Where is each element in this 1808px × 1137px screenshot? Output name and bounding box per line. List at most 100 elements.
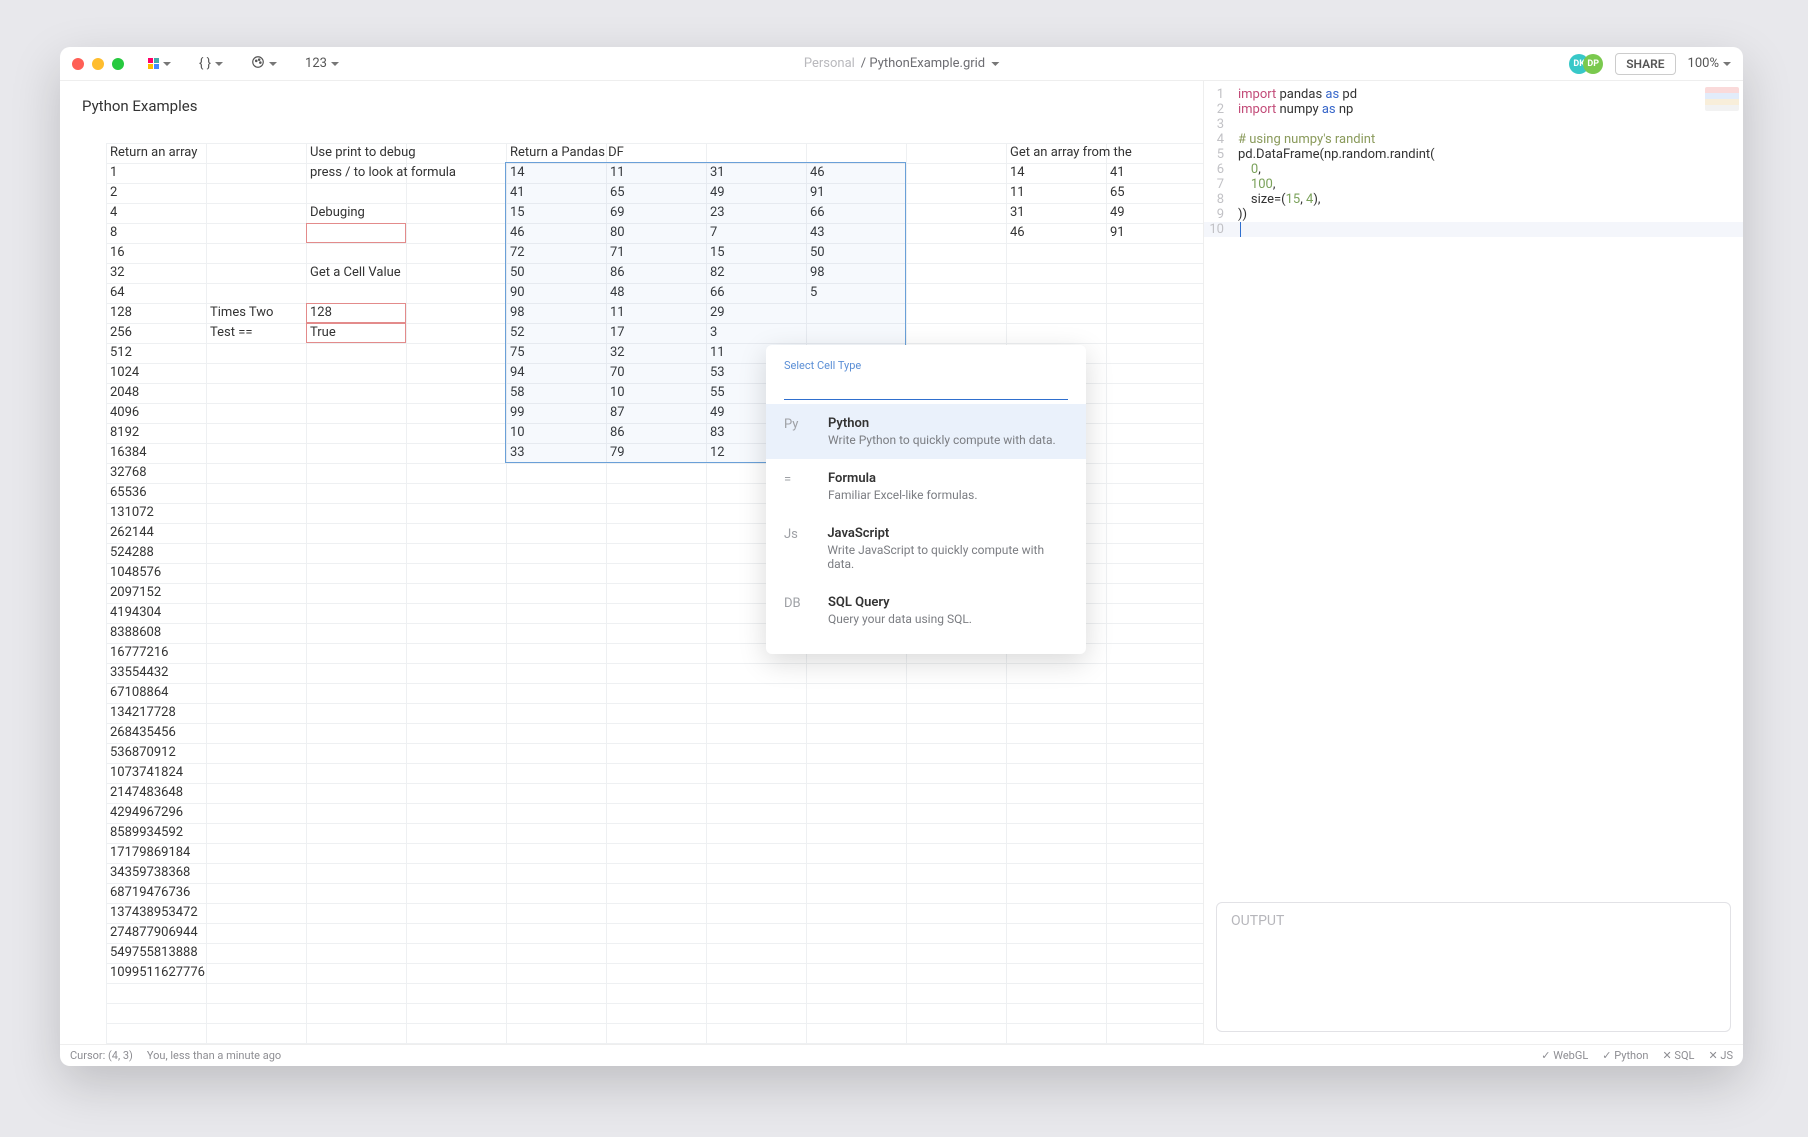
minimize-icon[interactable] <box>92 58 104 70</box>
line-number: 6 <box>1204 162 1238 177</box>
cell[interactable]: 536870912 <box>106 743 206 763</box>
cell[interactable]: 67108864 <box>106 683 206 703</box>
code-line[interactable]: 10 <box>1204 222 1743 237</box>
cell[interactable]: 68719476736 <box>106 883 206 903</box>
formula-cell-marker <box>306 223 406 243</box>
last-saved: You, less than a minute ago <box>147 1049 281 1062</box>
code-line[interactable]: 9)) <box>1204 207 1743 222</box>
output-panel: OUTPUT <box>1216 902 1731 1032</box>
cell-type-option[interactable]: DBSQL QueryQuery your data using SQL. <box>766 583 1086 638</box>
cell[interactable]: 256 <box>106 323 206 343</box>
cell[interactable]: 1099511627776 <box>106 963 206 983</box>
cell[interactable]: 8388608 <box>106 623 206 643</box>
share-button[interactable]: SHARE <box>1615 53 1675 75</box>
zoom-icon[interactable] <box>112 58 124 70</box>
cell[interactable]: 512 <box>106 343 206 363</box>
cell-label[interactable]: press / to look at formula <box>306 163 506 183</box>
cell[interactable]: 32 <box>106 263 206 283</box>
cell-label[interactable]: Use print to debug <box>306 143 486 163</box>
cell[interactable]: 137438953472 <box>106 903 206 923</box>
spreadsheet-grid[interactable]: Python Examples Return an arrayUse print… <box>60 81 1203 1044</box>
cell[interactable]: True <box>306 323 406 343</box>
line-number: 9 <box>1204 207 1238 222</box>
presence-avatars[interactable]: DKDP <box>1569 54 1603 74</box>
cell[interactable]: 41 <box>1106 163 1203 183</box>
cell-label[interactable]: Return an array <box>106 143 286 163</box>
cell[interactable]: 268435456 <box>106 723 206 743</box>
cell-label[interactable]: Return a Pandas DF <box>506 143 686 163</box>
cell[interactable]: 131072 <box>106 503 206 523</box>
cell-label[interactable]: Get a Cell Value <box>306 263 486 283</box>
cell[interactable]: 16384 <box>106 443 206 463</box>
option-sig-icon: DB <box>784 595 812 626</box>
cell[interactable]: 31 <box>1006 203 1106 223</box>
chevron-down-icon <box>331 62 339 70</box>
code-line[interactable]: 2import numpy as np <box>1204 102 1743 117</box>
chevron-down-icon <box>269 62 277 70</box>
cell[interactable]: 14 <box>1006 163 1106 183</box>
cell-label[interactable]: Get an array from the <box>1006 143 1203 163</box>
cell[interactable]: 8192 <box>106 423 206 443</box>
code-editor[interactable]: 1import pandas as pd2import numpy as np3… <box>1204 81 1743 902</box>
cell[interactable]: 1048576 <box>106 563 206 583</box>
line-number: 3 <box>1204 117 1238 132</box>
cell-type-option[interactable]: =FormulaFamiliar Excel-like formulas. <box>766 459 1086 514</box>
number-format-button[interactable]: 123 <box>299 54 345 73</box>
cell[interactable]: 33554432 <box>106 663 206 683</box>
cell[interactable]: 4 <box>106 203 206 223</box>
cell[interactable]: 274877906944 <box>106 923 206 943</box>
cell[interactable]: 32768 <box>106 463 206 483</box>
option-desc: Write JavaScript to quickly compute with… <box>827 543 1068 571</box>
cell[interactable]: 549755813888 <box>106 943 206 963</box>
cell-type-option[interactable]: PyPythonWrite Python to quickly compute … <box>766 404 1086 459</box>
cell[interactable]: 46 <box>1006 223 1106 243</box>
cell[interactable]: 262144 <box>106 523 206 543</box>
cell[interactable]: 2097152 <box>106 583 206 603</box>
app-menu-button[interactable] <box>142 56 177 71</box>
cell[interactable]: 2048 <box>106 383 206 403</box>
cell[interactable]: 4096 <box>106 403 206 423</box>
code-line[interactable]: 1import pandas as pd <box>1204 87 1743 102</box>
cell[interactable]: 16 <box>106 243 206 263</box>
cell[interactable]: 524288 <box>106 543 206 563</box>
code-line[interactable]: 6 0, <box>1204 162 1743 177</box>
cell[interactable]: 4294967296 <box>106 803 206 823</box>
code-line[interactable]: 4# using numpy's randint <box>1204 132 1743 147</box>
workspace-name: Personal <box>804 56 855 71</box>
code-line[interactable]: 5pd.DataFrame(np.random.randint( <box>1204 147 1743 162</box>
file-name: PythonExample.grid <box>869 56 985 71</box>
cell[interactable]: 1024 <box>106 363 206 383</box>
cell[interactable]: 128 <box>106 303 206 323</box>
close-icon[interactable] <box>72 58 84 70</box>
cell[interactable]: 65536 <box>106 483 206 503</box>
cell[interactable]: 65 <box>1106 183 1203 203</box>
code-line[interactable]: 3 <box>1204 117 1743 132</box>
cell[interactable]: 64 <box>106 283 206 303</box>
code-line[interactable]: 7 100, <box>1204 177 1743 192</box>
cell[interactable]: 134217728 <box>106 703 206 723</box>
cell[interactable]: 2 <box>106 183 206 203</box>
cell[interactable]: 2147483648 <box>106 783 206 803</box>
avatar[interactable]: DP <box>1583 54 1603 74</box>
code-line[interactable]: 8 size=(15, 4), <box>1204 192 1743 207</box>
zoom-control[interactable]: 100% <box>1688 56 1731 71</box>
cell[interactable]: 128 <box>306 303 406 323</box>
cell[interactable]: 4194304 <box>106 603 206 623</box>
breadcrumb[interactable]: Personal / PythonExample.grid <box>804 56 999 71</box>
color-button[interactable] <box>245 53 283 75</box>
cell-type-search-input[interactable] <box>784 378 1068 400</box>
cell[interactable]: 1 <box>106 163 206 183</box>
cell-label[interactable]: Debuging <box>306 203 486 223</box>
cell[interactable]: 17179869184 <box>106 843 206 863</box>
cell[interactable]: 16777216 <box>106 643 206 663</box>
cell[interactable]: 1073741824 <box>106 763 206 783</box>
cell[interactable]: 8589934592 <box>106 823 206 843</box>
cell[interactable]: 34359738368 <box>106 863 206 883</box>
code-format-button[interactable]: { } <box>193 54 229 73</box>
cell[interactable]: 8 <box>106 223 206 243</box>
cell[interactable]: 91 <box>1106 223 1203 243</box>
cell[interactable]: 11 <box>1006 183 1106 203</box>
cell[interactable]: 49 <box>1106 203 1203 223</box>
cell-type-option[interactable]: JsJavaScriptWrite JavaScript to quickly … <box>766 514 1086 583</box>
line-number: 10 <box>1204 222 1238 237</box>
